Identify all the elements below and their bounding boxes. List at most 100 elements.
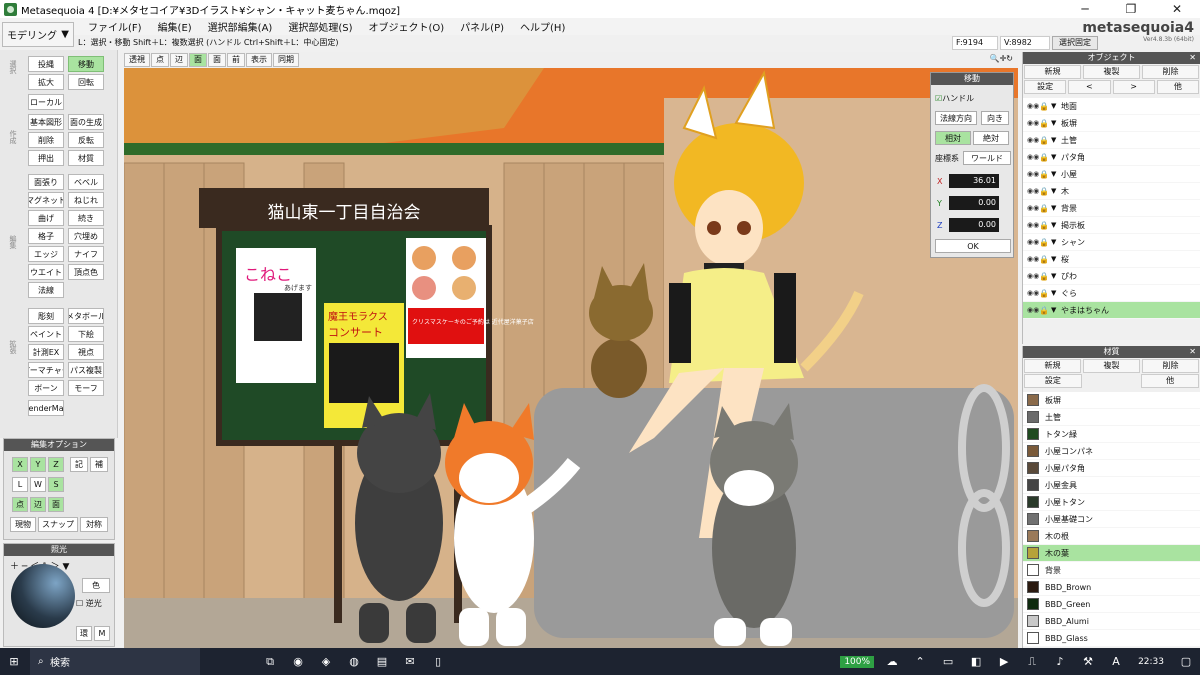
- view-navigation-icon[interactable]: 🔍✛↻: [986, 53, 1017, 67]
- menu-item-1[interactable]: 編集(E): [150, 19, 200, 34]
- view-edge-button[interactable]: 辺: [170, 53, 188, 67]
- tool-button-7[interactable]: 削除: [28, 132, 64, 148]
- light-sphere[interactable]: [11, 564, 75, 628]
- menu-item-3[interactable]: 選択部処理(S): [280, 19, 360, 34]
- material-other-button[interactable]: 他: [1141, 374, 1200, 388]
- edge-browser-icon[interactable]: ◉: [288, 652, 308, 672]
- minimize-button[interactable]: ─: [1062, 0, 1108, 18]
- tool-button-29[interactable]: 視点: [68, 344, 104, 360]
- tool-button-24[interactable]: 彫刻: [28, 308, 64, 324]
- tool-button-28[interactable]: 計測EX: [28, 344, 64, 360]
- material-list-item[interactable]: 背景: [1023, 562, 1200, 579]
- object-delete-button[interactable]: 削除: [1142, 65, 1199, 79]
- visibility-icon[interactable]: ◉◉: [1027, 136, 1039, 144]
- tool-button-2[interactable]: 拡大: [28, 74, 64, 90]
- menu-item-4[interactable]: オブジェクト(O): [361, 19, 453, 34]
- screen-toggle[interactable]: S: [48, 477, 64, 492]
- lock-icon[interactable]: 🔒: [1039, 119, 1049, 128]
- tool-button-17[interactable]: 格子: [28, 228, 64, 244]
- material-list-item[interactable]: 木の根: [1023, 528, 1200, 545]
- lock-icon[interactable]: 🔒: [1039, 221, 1049, 230]
- tool-button-13[interactable]: マグネット: [28, 192, 64, 208]
- view-sync-button[interactable]: 同期: [273, 53, 299, 67]
- light-m-button[interactable]: M: [94, 626, 110, 641]
- material-list-item[interactable]: 板塀: [1023, 392, 1200, 409]
- expand-icon[interactable]: ▼: [1051, 289, 1061, 297]
- object-list-item[interactable]: ◉◉ 🔒 ▼ やまはちゃん: [1023, 302, 1200, 319]
- visibility-icon[interactable]: ◉◉: [1027, 289, 1039, 297]
- relative-button[interactable]: 相対: [935, 131, 971, 145]
- expand-icon[interactable]: ▼: [1051, 238, 1061, 246]
- tool-button-21[interactable]: ウエイト: [28, 264, 64, 280]
- expand-icon[interactable]: ▼: [1051, 153, 1061, 161]
- handle-checkbox[interactable]: ☑ ハンドル: [935, 93, 974, 104]
- tool-button-19[interactable]: エッジ: [28, 246, 64, 262]
- visibility-icon[interactable]: ◉◉: [1027, 255, 1039, 263]
- lock-icon[interactable]: 🔒: [1039, 255, 1049, 264]
- face-toggle[interactable]: 面: [48, 497, 64, 512]
- material-list-item[interactable]: 土管: [1023, 409, 1200, 426]
- object-list-item[interactable]: ◉◉ 🔒 ▼ ぐら: [1023, 285, 1200, 302]
- object-list-item[interactable]: ◉◉ 🔒 ▼ シャン: [1023, 234, 1200, 251]
- video-icon[interactable]: ▶: [994, 652, 1014, 672]
- object-settings-button[interactable]: 設定: [1024, 80, 1067, 94]
- volume-icon[interactable]: ♪: [1050, 652, 1070, 672]
- tool-button-11[interactable]: 面張り: [28, 174, 64, 190]
- visibility-icon[interactable]: ◉◉: [1027, 204, 1039, 212]
- object-list-item[interactable]: ◉◉ 🔒 ▼ 背景: [1023, 200, 1200, 217]
- expand-icon[interactable]: ▼: [1051, 102, 1061, 110]
- file-explorer-icon[interactable]: ▤: [372, 652, 392, 672]
- close-icon[interactable]: ✕: [1189, 346, 1196, 358]
- tool-button-33[interactable]: モーフ: [68, 380, 104, 396]
- expand-icon[interactable]: ▼: [1051, 187, 1061, 195]
- tool-button-4[interactable]: ローカル: [28, 94, 64, 110]
- view-front-button[interactable]: 前: [227, 53, 245, 67]
- view-point-button[interactable]: 点: [151, 53, 169, 67]
- lock-icon[interactable]: 🔒: [1039, 153, 1049, 162]
- ime-icon[interactable]: A: [1106, 652, 1126, 672]
- assist-button[interactable]: 補: [90, 457, 108, 472]
- tool-button-1[interactable]: 移動: [68, 56, 104, 72]
- view-face-button[interactable]: 面: [189, 53, 207, 67]
- 3d-viewport[interactable]: 猫山東一丁目自治会 こねこ あげます 魔王モラクス コンサート クリスマスケーキ…: [124, 68, 1018, 648]
- tool-button-0[interactable]: 投縄: [28, 56, 64, 72]
- visibility-icon[interactable]: ◉◉: [1027, 221, 1039, 229]
- tool-button-26[interactable]: ペイント: [28, 326, 64, 342]
- lock-icon[interactable]: 🔒: [1039, 238, 1049, 247]
- expand-icon[interactable]: ▼: [1051, 306, 1061, 314]
- expand-icon[interactable]: ▼: [1051, 136, 1061, 144]
- material-delete-button[interactable]: 削除: [1142, 359, 1199, 373]
- backlight-checkbox[interactable]: ☐ 逆光: [76, 598, 102, 609]
- material-list-item[interactable]: BBD_Glass: [1023, 630, 1200, 647]
- visibility-icon[interactable]: ◉◉: [1027, 153, 1039, 161]
- absolute-button[interactable]: 絶対: [973, 131, 1009, 145]
- tool-button-25[interactable]: メタボール: [68, 308, 104, 324]
- coord-system-select[interactable]: ワールド: [963, 151, 1011, 165]
- object-next-button[interactable]: >: [1112, 80, 1155, 94]
- menu-item-0[interactable]: ファイル(F): [80, 19, 150, 34]
- expand-icon[interactable]: ▼: [1051, 170, 1061, 178]
- lock-icon[interactable]: 🔒: [1039, 136, 1049, 145]
- expand-icon[interactable]: ▼: [1051, 272, 1061, 280]
- tool-button-9[interactable]: 押出: [28, 150, 64, 166]
- tool-button-22[interactable]: 頂点色: [68, 264, 104, 280]
- lock-icon[interactable]: 🔒: [1039, 187, 1049, 196]
- tool-button-6[interactable]: 面の生成: [68, 114, 104, 130]
- weather-icon[interactable]: ☁: [882, 652, 902, 672]
- axis-x-toggle[interactable]: X: [12, 457, 28, 472]
- tool-button-20[interactable]: ナイフ: [68, 246, 104, 262]
- material-settings-button[interactable]: 設定: [1024, 374, 1082, 388]
- x-value-field[interactable]: 36.01: [949, 174, 999, 188]
- material-list-item[interactable]: 木の葉: [1023, 545, 1200, 562]
- object-list-item[interactable]: ◉◉ 🔒 ▼ 小屋: [1023, 166, 1200, 183]
- material-copy-button[interactable]: 複製: [1083, 359, 1140, 373]
- point-toggle[interactable]: 点: [12, 497, 28, 512]
- visibility-icon[interactable]: ◉◉: [1027, 238, 1039, 246]
- lock-icon[interactable]: 🔒: [1039, 204, 1049, 213]
- notification-icon[interactable]: ▢: [1176, 652, 1196, 672]
- tool-button-15[interactable]: 曲げ: [28, 210, 64, 226]
- visibility-icon[interactable]: ◉◉: [1027, 187, 1039, 195]
- mode-select[interactable]: モデリング ▼: [2, 22, 74, 47]
- object-list-item[interactable]: ◉◉ 🔒 ▼ ぴわ: [1023, 268, 1200, 285]
- symmetry-button[interactable]: 記: [70, 457, 88, 472]
